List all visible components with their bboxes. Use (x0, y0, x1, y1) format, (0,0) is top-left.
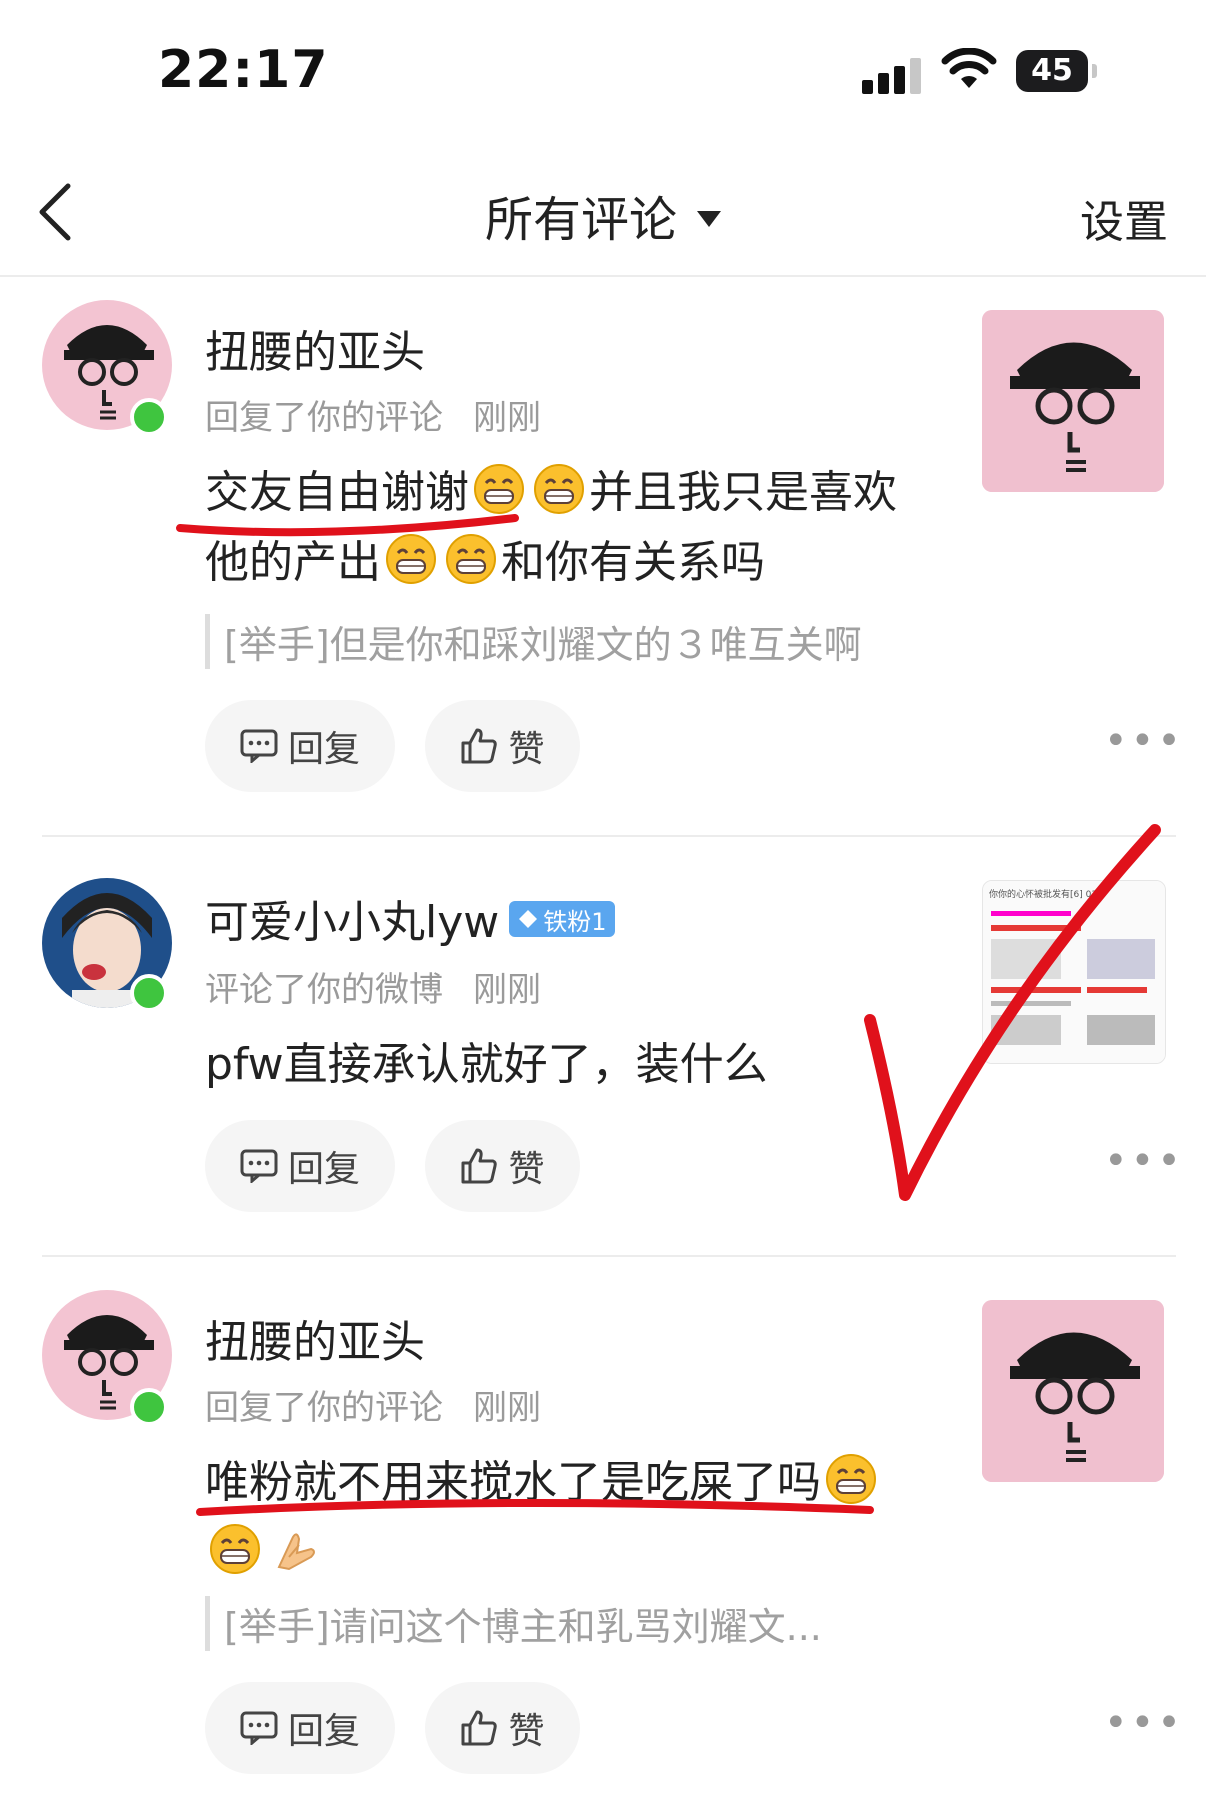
post-thumbnail[interactable] (982, 310, 1164, 492)
like-button[interactable]: 赞 (425, 1120, 580, 1212)
comment-action: 回复了你的评论 (205, 398, 443, 438)
post-thumbnail[interactable] (982, 1300, 1164, 1482)
status-bar: 22:17 45 (0, 0, 1206, 140)
grin-emoji (386, 534, 436, 584)
like-label: 赞 (508, 1149, 545, 1190)
like-button[interactable]: 赞 (425, 700, 580, 792)
thumbnail-text: 你你的心怀被批发有[6] 03 (989, 888, 1097, 900)
reply-label: 回复 (287, 729, 360, 770)
comment-icon (240, 729, 278, 763)
battery-tip (1092, 64, 1097, 78)
more-dots-icon[interactable]: ••• (1104, 1700, 1184, 1746)
comment-time: 刚刚 (473, 970, 541, 1010)
reply-button[interactable]: 回复 (205, 1120, 395, 1212)
comment-item: 扭腰的亚头 回复了你的评论 刚刚 唯粉就不用来搅水了是吃屎了吗 [举手]请问这个博… (0, 1290, 1206, 1800)
comment-action: 评论了你的微博 (205, 970, 443, 1010)
page-title: 所有评论 (484, 192, 677, 248)
cellular-signal-icon (862, 58, 921, 94)
username[interactable]: 扭腰的亚头 (205, 1306, 425, 1370)
grin-emoji (826, 1454, 876, 1504)
thumbnail-image: 你你的心怀被批发有[6] 03 (983, 881, 1165, 1063)
quoted-comment: [举手]请问这个博主和乳骂刘耀文... (205, 1596, 822, 1651)
comment-item: 可爱小小丸lyw 铁粉1 评论了你的微博 刚刚 pfw直接承认就好了，装什么 回复 … (0, 870, 1206, 1240)
thumb-up-icon (461, 728, 498, 764)
nav-bar: 所有评论 设置 (0, 150, 1206, 277)
comment-meta: 回复了你的评论 刚刚 (205, 390, 541, 439)
divider (42, 1255, 1176, 1257)
more-dots-icon[interactable]: ••• (1104, 1138, 1184, 1184)
like-button[interactable]: 赞 (425, 1682, 580, 1774)
reply-button[interactable]: 回复 (205, 1682, 395, 1774)
reply-label: 回复 (287, 1711, 360, 1752)
wifi-icon (941, 48, 997, 88)
battery-level: 45 (1031, 53, 1073, 88)
online-status-dot (130, 1388, 168, 1426)
like-label: 赞 (508, 729, 545, 770)
comment-icon (240, 1149, 278, 1183)
reply-button[interactable]: 回复 (205, 700, 395, 792)
comment-action: 回复了你的评论 (205, 1388, 443, 1428)
grin-emoji (474, 464, 524, 514)
fan-badge-label: 铁粉1 (543, 907, 607, 936)
reply-label: 回复 (287, 1149, 360, 1190)
username[interactable]: 可爱小小丸lyw 铁粉1 (205, 886, 615, 950)
username-text: 可爱小小丸lyw (205, 897, 500, 948)
settings-button[interactable]: 设置 (1080, 186, 1168, 250)
comment-item: 扭腰的亚头 回复了你的评论 刚刚 交友自由谢谢 并且我只是喜欢他的产出 和你有关系吗 … (0, 300, 1206, 820)
page-title-dropdown[interactable]: 所有评论 (0, 180, 1206, 250)
grin-emoji (210, 1524, 260, 1574)
thumb-up-icon (461, 1148, 498, 1184)
more-dots-icon[interactable]: ••• (1104, 718, 1184, 764)
thumb-up-icon (461, 1710, 498, 1746)
online-status-dot (130, 974, 168, 1012)
comment-text-part: 和你有关系吗 (501, 537, 765, 588)
quoted-comment: [举手]但是你和踩刘耀文的３唯互关啊 (205, 614, 862, 669)
comment-meta: 回复了你的评论 刚刚 (205, 1380, 541, 1429)
online-status-dot (130, 398, 168, 436)
comment-icon (240, 1711, 278, 1745)
status-time: 22:17 (158, 40, 329, 100)
comment-time: 刚刚 (473, 1388, 541, 1428)
comment-meta: 评论了你的微博 刚刚 (205, 962, 541, 1011)
fan-badge: 铁粉1 (509, 901, 615, 937)
comment-text-part: 唯粉就不用来搅水了是吃屎了吗 (205, 1457, 821, 1508)
thumbnail-image (982, 1300, 1164, 1482)
post-thumbnail[interactable]: 你你的心怀被批发有[6] 03 (982, 880, 1166, 1064)
comment-text: 交友自由谢谢 并且我只是喜欢他的产出 和你有关系吗 (205, 458, 935, 598)
grin-emoji (446, 534, 496, 584)
comment-text: 唯粉就不用来搅水了是吃屎了吗 (205, 1448, 925, 1588)
divider (42, 835, 1176, 837)
username[interactable]: 扭腰的亚头 (205, 316, 425, 380)
pray-emoji (277, 1533, 315, 1571)
dropdown-caret-icon (697, 211, 721, 227)
diamond-icon (519, 910, 538, 928)
like-label: 赞 (508, 1711, 545, 1752)
battery-indicator: 45 (1016, 50, 1088, 92)
grin-emoji (534, 464, 584, 514)
comment-text-part: 交友自由谢谢 (205, 467, 469, 518)
thumbnail-image (982, 310, 1164, 492)
comment-time: 刚刚 (473, 398, 541, 438)
comment-text: pfw直接承认就好了，装什么 (205, 1039, 768, 1090)
